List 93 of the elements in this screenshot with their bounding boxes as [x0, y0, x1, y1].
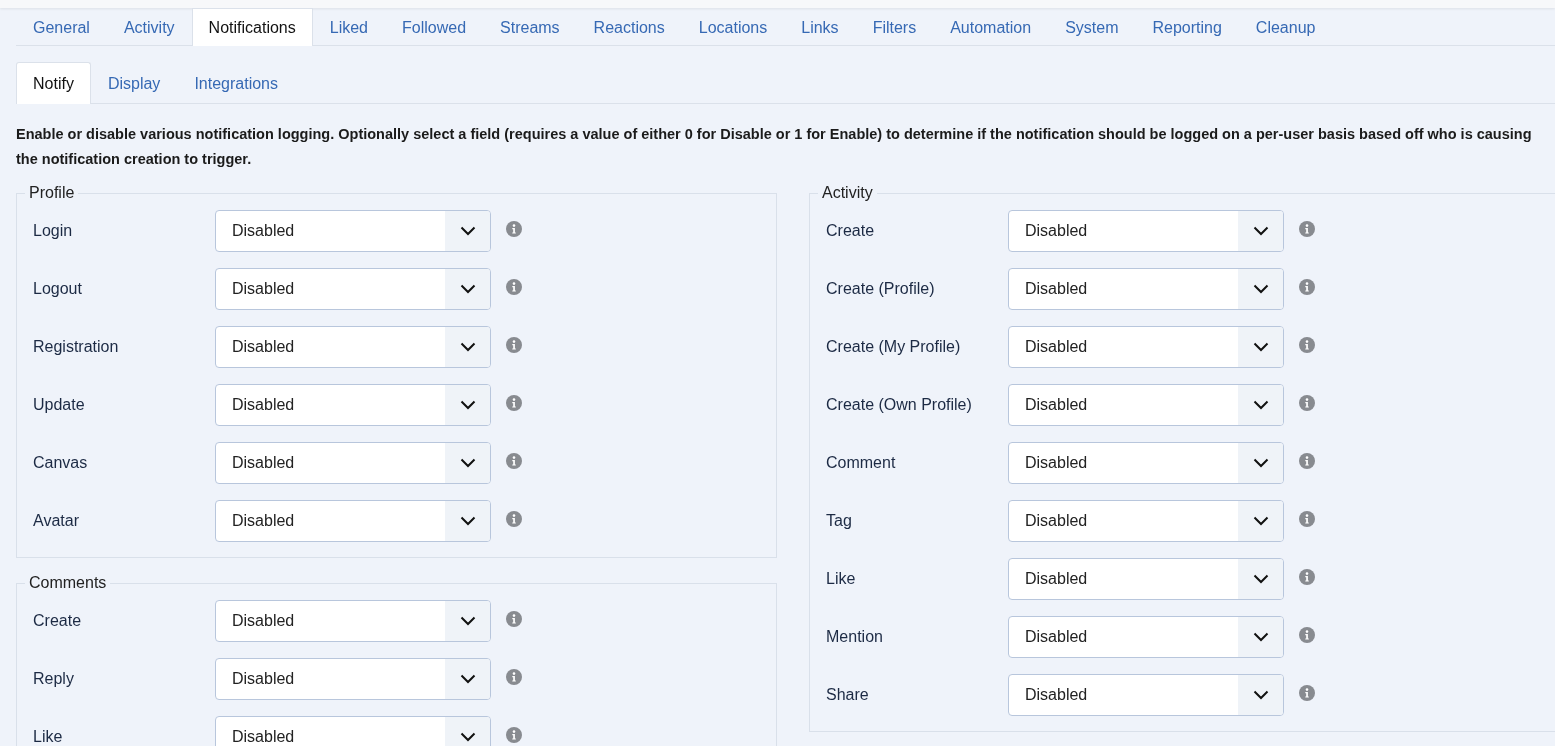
setting-label: Login [33, 222, 74, 240]
chevron-icon [1252, 690, 1269, 700]
setting-label: Create [33, 612, 83, 630]
select-field[interactable]: Disabled [1008, 384, 1284, 426]
setting-label: Like [33, 728, 64, 746]
tab[interactable]: System [1048, 8, 1136, 46]
select-field[interactable]: Disabled [215, 716, 491, 746]
select-field[interactable]: Disabled [1008, 674, 1284, 716]
tab[interactable]: Integrations [177, 62, 295, 104]
tab[interactable]: Display [90, 62, 178, 104]
chevron-icon [459, 458, 476, 468]
chevron-icon [1252, 284, 1269, 294]
tab[interactable]: Cleanup [1238, 8, 1333, 46]
select-field[interactable]: Disabled [215, 658, 491, 700]
chevron-icon [1252, 516, 1269, 526]
tab[interactable]: Streams [483, 8, 577, 46]
setting-label: Registration [33, 338, 120, 356]
info-icon[interactable] [1299, 395, 1315, 411]
setting-label: Create (Own Profile) [826, 396, 973, 414]
chevron-icon [1252, 342, 1269, 352]
setting-label: Create [826, 222, 876, 240]
info-icon[interactable] [506, 337, 522, 353]
description: Enable or disable various notification logging. Optionally select a field (requires a value of either 0 for Disable or 1 for Enable) to determine if the notification should be logged on a per-user basis based off who is causing the notification creation to trigger. [16, 125, 1533, 169]
chevron-icon [459, 516, 476, 526]
tab[interactable]: Links [784, 8, 856, 46]
select-field[interactable]: Disabled [215, 600, 491, 642]
tab[interactable]: Filters [855, 8, 934, 46]
info-icon[interactable] [1299, 569, 1315, 585]
info-icon[interactable] [506, 221, 522, 237]
select-field[interactable]: Disabled [1008, 616, 1284, 658]
setting-label: Like [826, 570, 857, 588]
select-field[interactable]: Disabled [215, 384, 491, 426]
chevron-icon [459, 342, 476, 352]
info-icon[interactable] [506, 611, 522, 627]
info-icon[interactable] [1299, 279, 1315, 295]
info-icon[interactable] [506, 453, 522, 469]
tab[interactable]: Followed [385, 8, 484, 46]
setting-label: Create (Profile) [826, 280, 936, 298]
chevron-icon [459, 226, 476, 236]
chevron-icon [459, 674, 476, 684]
info-icon[interactable] [506, 669, 522, 685]
tab[interactable]: Locations [681, 8, 785, 46]
info-icon[interactable] [1299, 337, 1315, 353]
group-title: Activity [821, 184, 874, 202]
setting-label: Reply [33, 670, 75, 688]
info-icon[interactable] [1299, 627, 1315, 643]
setting-label: Canvas [33, 454, 89, 472]
chevron-icon [1252, 574, 1269, 584]
select-field[interactable]: Disabled [215, 442, 491, 484]
select-field[interactable]: Disabled [1008, 210, 1284, 252]
setting-label: Tag [826, 512, 853, 530]
setting-label: Avatar [33, 512, 80, 530]
setting-label: Logout [33, 280, 83, 298]
chevron-icon [459, 732, 476, 742]
group-title: Comments [28, 574, 108, 592]
chevron-icon [459, 616, 476, 626]
tab[interactable]: General [16, 8, 107, 46]
select-field[interactable]: Disabled [1008, 442, 1284, 484]
select-field[interactable]: Disabled [215, 210, 491, 252]
setting-label: Comment [826, 454, 897, 472]
select-field[interactable]: Disabled [1008, 326, 1284, 368]
select-field[interactable]: Disabled [1008, 558, 1284, 600]
info-icon[interactable] [506, 395, 522, 411]
info-icon[interactable] [1299, 453, 1315, 469]
tab[interactable]: Activity [106, 8, 192, 46]
info-icon[interactable] [1299, 221, 1315, 237]
tab[interactable]: Reactions [576, 8, 682, 46]
tab[interactable]: Notify [16, 62, 91, 104]
setting-label: Mention [826, 628, 884, 646]
info-icon[interactable] [506, 511, 522, 527]
info-icon[interactable] [506, 279, 522, 295]
tab[interactable]: Automation [933, 8, 1049, 46]
select-field[interactable]: Disabled [1008, 500, 1284, 542]
setting-label: Create (My Profile) [826, 338, 962, 356]
tab[interactable]: Reporting [1135, 8, 1239, 46]
chevron-icon [459, 284, 476, 294]
chevron-icon [459, 400, 476, 410]
select-field[interactable]: Disabled [215, 500, 491, 542]
info-icon[interactable] [1299, 511, 1315, 527]
chevron-icon [1252, 226, 1269, 236]
select-field[interactable]: Disabled [215, 268, 491, 310]
select-field[interactable]: Disabled [1008, 268, 1284, 310]
info-icon[interactable] [506, 727, 522, 743]
chevron-icon [1252, 458, 1269, 468]
tab[interactable]: Liked [312, 8, 385, 46]
setting-label: Share [826, 686, 870, 704]
tab[interactable]: Notifications [191, 8, 313, 46]
info-icon[interactable] [1299, 685, 1315, 701]
setting-label: Update [33, 396, 86, 414]
group-title: Profile [28, 184, 76, 202]
select-field[interactable]: Disabled [215, 326, 491, 368]
chevron-icon [1252, 632, 1269, 642]
chevron-icon [1252, 400, 1269, 410]
